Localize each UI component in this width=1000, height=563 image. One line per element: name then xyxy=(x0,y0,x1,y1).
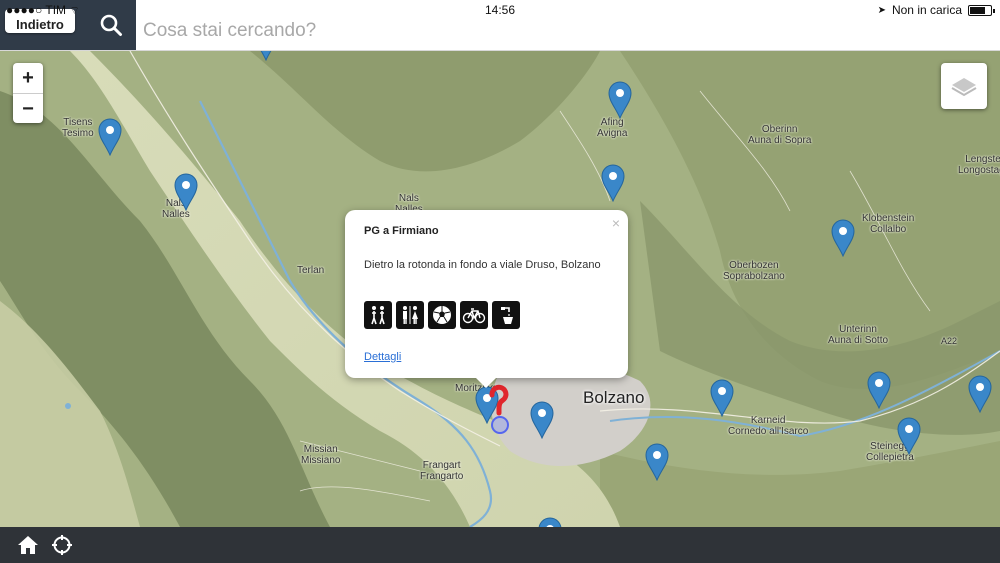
map-marker[interactable] xyxy=(968,375,992,413)
popup-tip xyxy=(476,378,496,388)
bicycle-icon xyxy=(460,301,488,329)
city-label: Bolzano xyxy=(583,388,645,407)
map-marker[interactable] xyxy=(174,173,198,211)
place-label: Oberbozen Soprabolzano xyxy=(723,260,785,282)
home-button[interactable] xyxy=(16,533,40,557)
place-label: Afing Avigna xyxy=(597,117,628,139)
locate-icon xyxy=(52,535,72,555)
details-link[interactable]: Dettagli xyxy=(364,351,401,363)
search-icon xyxy=(100,14,122,36)
popup-close-button[interactable]: × xyxy=(612,215,620,231)
nav-panel: Indietro xyxy=(0,0,136,50)
zoom-control: + − xyxy=(13,63,43,123)
map-marker[interactable] xyxy=(601,164,625,202)
back-button[interactable]: Indietro xyxy=(5,9,75,33)
marker-popup: PG a Firmiano × Dietro la rotonda in fon… xyxy=(345,210,628,378)
place-label: Klobenstein Collalbo xyxy=(862,213,915,235)
amenity-icons xyxy=(364,301,520,329)
zoom-out-button[interactable]: − xyxy=(13,94,43,124)
map-marker[interactable] xyxy=(897,417,921,455)
top-bar: Indietro xyxy=(0,0,1000,51)
map-marker[interactable] xyxy=(530,401,554,439)
place-label: Karneid Cornedo all'Isarco xyxy=(728,415,809,437)
search-button[interactable] xyxy=(92,8,130,42)
toilets-icon xyxy=(396,301,424,329)
popup-title: PG a Firmiano xyxy=(364,225,439,237)
map-marker[interactable] xyxy=(254,51,278,61)
place-label: LengsteinLongostagno xyxy=(958,154,1000,176)
zoom-in-button[interactable]: + xyxy=(13,63,43,94)
map-marker[interactable] xyxy=(98,118,122,156)
home-icon xyxy=(18,536,38,554)
map-marker[interactable] xyxy=(538,517,562,527)
locate-button[interactable] xyxy=(50,533,74,557)
highway-label: A22 xyxy=(941,336,958,346)
place-label: Frangart Frangarto xyxy=(420,460,464,482)
current-location-icon xyxy=(491,416,509,434)
hiking-icon xyxy=(364,301,392,329)
place-label: Terlan xyxy=(297,265,325,276)
popup-address: Dietro la rotonda in fondo a viale Druso… xyxy=(364,259,601,271)
bottom-bar xyxy=(0,527,1000,563)
layers-button[interactable] xyxy=(941,63,987,109)
map-marker[interactable] xyxy=(710,379,734,417)
place-label: Unterinn Auna di Sotto xyxy=(828,324,889,346)
map-marker[interactable] xyxy=(831,219,855,257)
fountain-icon xyxy=(492,301,520,329)
place-label: Oberinn Auna di Sopra xyxy=(748,124,812,146)
map-marker[interactable] xyxy=(608,81,632,119)
place-label: Missian Missiano xyxy=(301,444,341,466)
map-marker[interactable] xyxy=(645,443,669,481)
map-marker[interactable] xyxy=(867,371,891,409)
place-label: Tisens Tesimo xyxy=(62,117,94,139)
search-input[interactable] xyxy=(137,0,1000,50)
soccer-icon xyxy=(428,301,456,329)
layers-icon xyxy=(951,78,977,97)
